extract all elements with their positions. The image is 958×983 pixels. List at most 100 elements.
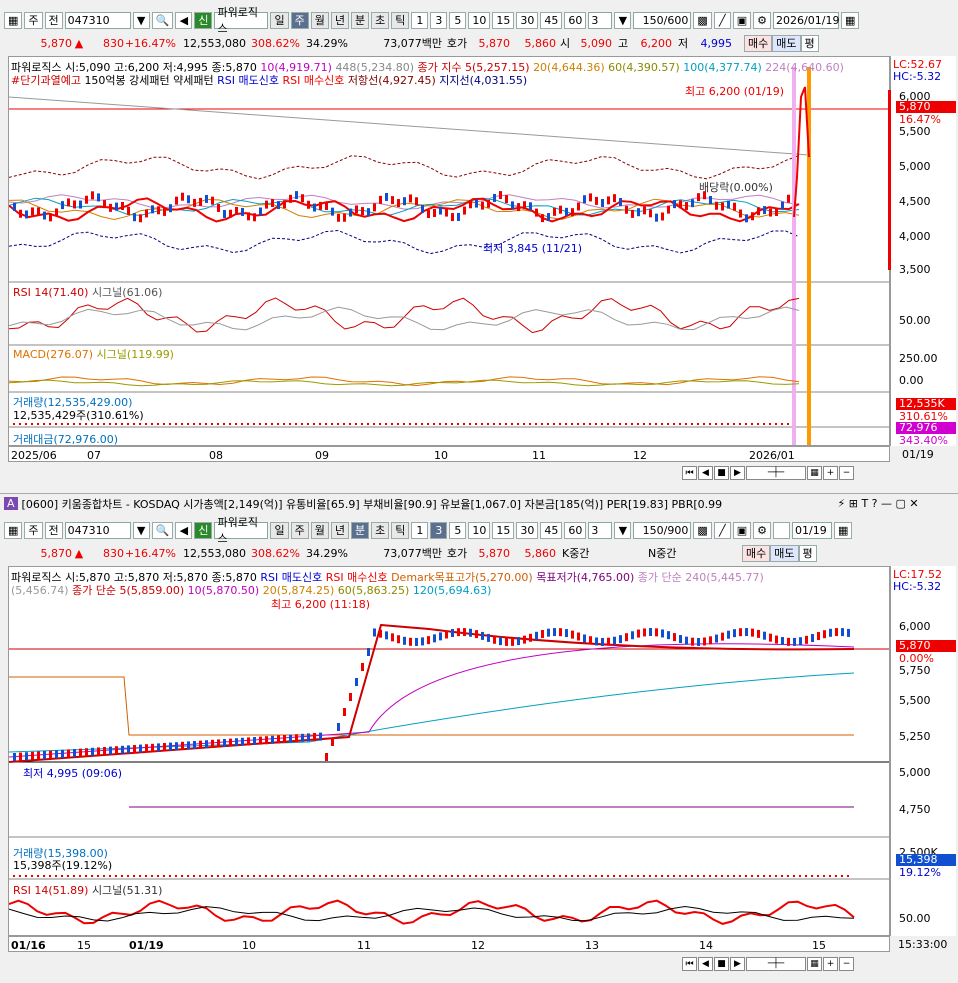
code-input[interactable]: 047310 [64,521,131,539]
grid-icon[interactable]: ▩ [693,11,712,29]
count-input[interactable]: 150/600 [633,11,692,29]
candle [691,637,694,646]
table-icon[interactable]: ▦ [807,957,822,971]
bottom-chart[interactable]: 파워로직스 시:5,870 고:5,870 저:5,870 종:5,870 RS… [8,566,890,936]
interval-1[interactable]: 1 [411,11,429,29]
layout-icon[interactable]: ▦ [4,11,23,29]
period-second[interactable]: 초 [371,521,390,539]
sell-button[interactable]: 매도 [772,34,801,52]
prev-button[interactable]: 전 [44,11,63,29]
calendar-icon[interactable]: ▦ [834,521,853,539]
first-icon[interactable]: ⏮ [682,957,697,971]
search-icon[interactable]: 🔍 [151,11,174,29]
code-input[interactable]: 047310 [64,11,131,29]
period-tick[interactable]: 틱 [391,11,410,29]
first-icon[interactable]: ⏮ [682,466,697,480]
interval-30[interactable]: 30 [516,11,539,29]
line-tool-icon[interactable]: ╱ [713,11,731,29]
eval-button[interactable]: 평 [798,544,817,562]
calendar-icon[interactable]: ▦ [841,11,860,29]
next-icon[interactable]: ▶ [730,957,745,971]
interval-5[interactable]: 5 [449,11,467,29]
sound-icon[interactable]: ◀ [175,11,193,29]
top-chart[interactable]: 파워로직스 시:5,090 고:6,200 저:4,995 종:5,870 10… [8,56,890,446]
candle [571,208,574,217]
sell-button[interactable]: 매도 [770,544,799,562]
interval-3[interactable]: 3 [430,11,448,29]
buy-button[interactable]: 매수 [744,34,773,52]
period-day[interactable]: 일 [270,521,289,539]
period-week[interactable]: 주 [290,11,309,29]
volume-bar [115,423,117,425]
period-second[interactable]: 초 [371,11,390,29]
gear-icon[interactable]: ⚙ [753,11,772,29]
interval-3[interactable]: 3 [430,521,448,539]
type-select[interactable]: 주 [24,11,43,29]
interval-15[interactable]: 15 [492,11,515,29]
period-day[interactable]: 일 [270,11,289,29]
candle [613,194,616,203]
stop-icon[interactable]: ■ [714,466,729,480]
interval-dropdown-icon[interactable]: ▼ [614,11,632,29]
period-minute[interactable]: 분 [350,521,370,539]
candle [73,200,76,209]
grid-icon[interactable]: ▩ [693,521,712,539]
prev-button[interactable]: 전 [44,521,63,539]
layout-icon[interactable]: ▦ [4,521,23,539]
interval-45[interactable]: 45 [540,11,563,29]
line-tool-icon[interactable]: ╱ [713,521,731,539]
save-icon[interactable]: ▣ [732,11,752,29]
interval-30[interactable]: 30 [516,521,539,539]
next-icon[interactable]: ▶ [730,466,745,480]
code-dropdown-icon[interactable]: ▼ [132,11,150,29]
count-input[interactable]: 150/900 [633,521,692,539]
stop-icon[interactable]: ■ [714,957,729,971]
checkbox[interactable] [773,521,791,539]
gear-icon[interactable]: ⚙ [753,521,772,539]
search-icon[interactable]: 🔍 [151,521,174,539]
interval-45[interactable]: 45 [540,521,563,539]
interval-10[interactable]: 10 [468,11,491,29]
interval-60[interactable]: 60 [564,11,587,29]
window-controls[interactable]: ⚡ ⊞ T ? — ▢ ✕ [838,497,919,510]
interval-dropdown-icon[interactable]: ▼ [614,521,632,539]
period-year[interactable]: 년 [330,11,349,29]
interval-10[interactable]: 10 [468,521,491,539]
type-select[interactable]: 주 [24,521,43,539]
prev-icon[interactable]: ◀ [698,957,713,971]
volume-bar [235,875,237,877]
candle [109,203,112,212]
buy-button[interactable]: 매수 [742,544,771,562]
interval-1[interactable]: 1 [411,521,429,539]
zoom-slider[interactable]: ─┼─ [746,957,806,971]
candle [427,210,430,219]
interval-15[interactable]: 15 [492,521,515,539]
interval-input[interactable]: 3 [588,521,613,539]
period-week[interactable]: 주 [290,521,309,539]
interval-input[interactable]: 3 [588,11,613,29]
code-dropdown-icon[interactable]: ▼ [132,521,150,539]
zoom-in-icon[interactable]: + [823,466,838,480]
date-input[interactable]: 01/19 [792,521,833,539]
candle [181,192,184,201]
zoom-slider[interactable]: ─┼─ [746,466,806,480]
candle [781,201,784,210]
save-icon[interactable]: ▣ [732,521,752,539]
eval-button[interactable]: 평 [800,34,819,52]
sound-icon[interactable]: ◀ [175,521,193,539]
zoom-out-icon[interactable]: − [839,466,854,480]
table-icon[interactable]: ▦ [807,466,822,480]
zoom-out-icon[interactable]: − [839,957,854,971]
date-input[interactable]: 2026/01/19 [773,11,839,29]
volume-bar [79,875,81,877]
amt-tag: 72,976 [896,422,956,434]
period-year[interactable]: 년 [330,521,349,539]
zoom-in-icon[interactable]: + [823,957,838,971]
prev-icon[interactable]: ◀ [698,466,713,480]
period-minute[interactable]: 분 [350,11,370,29]
period-month[interactable]: 월 [310,11,329,29]
interval-60[interactable]: 60 [564,521,587,539]
period-month[interactable]: 월 [310,521,329,539]
interval-5[interactable]: 5 [449,521,467,539]
period-tick[interactable]: 틱 [391,521,410,539]
